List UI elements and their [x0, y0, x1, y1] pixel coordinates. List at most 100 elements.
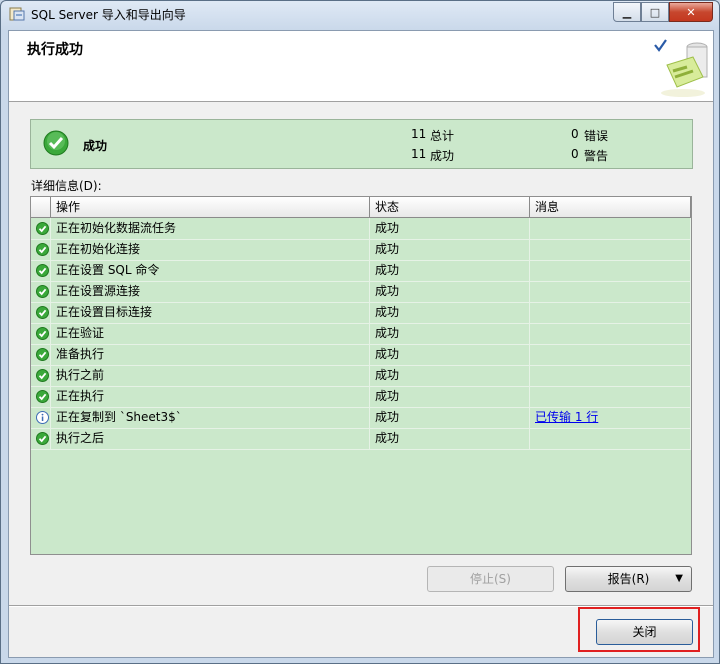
- grid-header: 操作 状态 消息: [31, 197, 691, 218]
- row-icon-cell: [31, 281, 51, 302]
- row-action-cell: 准备执行: [51, 344, 370, 365]
- row-icon-cell: [31, 386, 51, 407]
- success-icon: [36, 327, 49, 340]
- warning-label: 警告: [584, 149, 609, 163]
- report-button-label: 报告(R): [607, 572, 650, 586]
- row-status-cell: 成功: [370, 239, 530, 260]
- row-action-cell: 执行之后: [51, 428, 370, 449]
- table-row[interactable]: 正在执行 成功: [31, 386, 691, 408]
- grid-header-icon-column: [31, 197, 51, 217]
- window-title: SQL Server 导入和导出向导: [31, 8, 186, 22]
- table-row[interactable]: 准备执行 成功: [31, 344, 691, 366]
- row-message-cell: [530, 239, 691, 260]
- row-status-cell: 成功: [370, 218, 530, 239]
- table-row[interactable]: 正在复制到 `Sheet3$` 成功 已传输 1 行: [31, 407, 691, 429]
- wizard-header: 执行成功: [9, 31, 713, 102]
- row-icon-cell: [31, 260, 51, 281]
- maximize-icon: □: [649, 5, 661, 19]
- row-action-cell: 正在复制到 `Sheet3$`: [51, 407, 370, 428]
- row-status-cell: 成功: [370, 428, 530, 449]
- row-message-cell: [530, 344, 691, 365]
- row-icon-cell: [31, 218, 51, 239]
- table-row[interactable]: 正在初始化数据流任务 成功: [31, 218, 691, 240]
- table-row[interactable]: 正在验证 成功: [31, 323, 691, 345]
- wizard-window: SQL Server 导入和导出向导 ▁ □ ✕ 执行成功 成功 11 总计 1…: [0, 0, 720, 664]
- success-label: 成功: [430, 149, 455, 163]
- success-icon: [36, 306, 49, 319]
- success-icon: [36, 369, 49, 382]
- row-message-cell: [530, 365, 691, 386]
- row-icon-cell: [31, 344, 51, 365]
- row-status-cell: 成功: [370, 344, 530, 365]
- dropdown-arrow-icon: ▼: [675, 573, 683, 584]
- message-link[interactable]: 已传输 1 行: [535, 410, 598, 424]
- table-row[interactable]: 正在初始化连接 成功: [31, 239, 691, 261]
- row-message-cell: [530, 218, 691, 239]
- column-header-message[interactable]: 消息: [530, 197, 691, 217]
- highlight-annotation: [578, 607, 700, 652]
- total-count: 11: [411, 127, 427, 141]
- table-row[interactable]: 正在设置 SQL 命令 成功: [31, 260, 691, 282]
- details-label: 详细信息(D):: [31, 179, 102, 193]
- row-message-cell: [530, 428, 691, 449]
- title-bar[interactable]: SQL Server 导入和导出向导 ▁ □ ✕: [1, 1, 719, 27]
- minimize-icon: ▁: [622, 5, 632, 19]
- report-button[interactable]: 报告(R) ▼: [565, 566, 692, 592]
- details-grid[interactable]: 操作 状态 消息 正在初始化数据流任务 成功 正在初始化连接 成功 正在设置 SQL 命…: [30, 196, 692, 555]
- row-icon-cell: [31, 239, 51, 260]
- success-icon: [36, 348, 49, 361]
- stop-button[interactable]: 停止(S): [427, 566, 554, 592]
- row-message-cell: [530, 386, 691, 407]
- row-status-cell: 成功: [370, 365, 530, 386]
- row-icon-cell: [31, 302, 51, 323]
- row-message-cell: [530, 260, 691, 281]
- row-action-cell: 正在初始化数据流任务: [51, 218, 370, 239]
- row-message-cell: [530, 302, 691, 323]
- success-icon: [36, 390, 49, 403]
- table-row[interactable]: 正在设置目标连接 成功: [31, 302, 691, 324]
- row-action-cell: 正在初始化连接: [51, 239, 370, 260]
- row-action-cell: 正在设置 SQL 命令: [51, 260, 370, 281]
- close-icon: ✕: [686, 5, 696, 19]
- row-icon-cell: [31, 323, 51, 344]
- row-message-cell: 已传输 1 行: [530, 407, 691, 428]
- row-message-cell: [530, 281, 691, 302]
- success-check-icon: [43, 130, 69, 156]
- info-icon: [36, 411, 49, 424]
- row-action-cell: 正在执行: [51, 386, 370, 407]
- success-icon: [36, 432, 49, 445]
- maximize-button[interactable]: □: [641, 2, 669, 22]
- table-row[interactable]: 正在设置源连接 成功: [31, 281, 691, 303]
- row-status-cell: 成功: [370, 281, 530, 302]
- success-count: 11: [411, 147, 427, 161]
- column-header-status[interactable]: 状态: [370, 197, 530, 217]
- row-icon-cell: [31, 365, 51, 386]
- sql-server-app-icon: [9, 7, 25, 21]
- error-count: 0: [571, 127, 579, 141]
- row-icon-cell: [31, 428, 51, 449]
- column-header-action[interactable]: 操作: [51, 197, 370, 217]
- success-icon: [36, 222, 49, 235]
- warning-count: 0: [571, 147, 579, 161]
- page-title: 执行成功: [27, 42, 83, 58]
- row-action-cell: 正在设置源连接: [51, 281, 370, 302]
- table-row[interactable]: 执行之前 成功: [31, 365, 691, 387]
- wizard-banner-icon: [654, 39, 708, 97]
- summary-panel: 成功 11 总计 11 成功 0 错误 0 警告: [30, 119, 693, 169]
- row-status-cell: 成功: [370, 260, 530, 281]
- row-action-cell: 执行之前: [51, 365, 370, 386]
- row-action-cell: 正在设置目标连接: [51, 302, 370, 323]
- row-action-cell: 正在验证: [51, 323, 370, 344]
- close-window-button[interactable]: ✕: [669, 2, 713, 22]
- error-label: 错误: [584, 129, 609, 143]
- stop-button-label: 停止(S): [470, 572, 511, 586]
- minimize-button[interactable]: ▁: [613, 2, 641, 22]
- success-icon: [36, 243, 49, 256]
- row-status-cell: 成功: [370, 323, 530, 344]
- wizard-client-area: 执行成功 成功 11 总计 11 成功 0 错误 0 警告 详细信息(D): 操…: [8, 30, 714, 658]
- row-icon-cell: [31, 407, 51, 428]
- row-status-cell: 成功: [370, 407, 530, 428]
- total-label: 总计: [430, 129, 455, 143]
- table-row[interactable]: 执行之后 成功: [31, 428, 691, 450]
- row-status-cell: 成功: [370, 386, 530, 407]
